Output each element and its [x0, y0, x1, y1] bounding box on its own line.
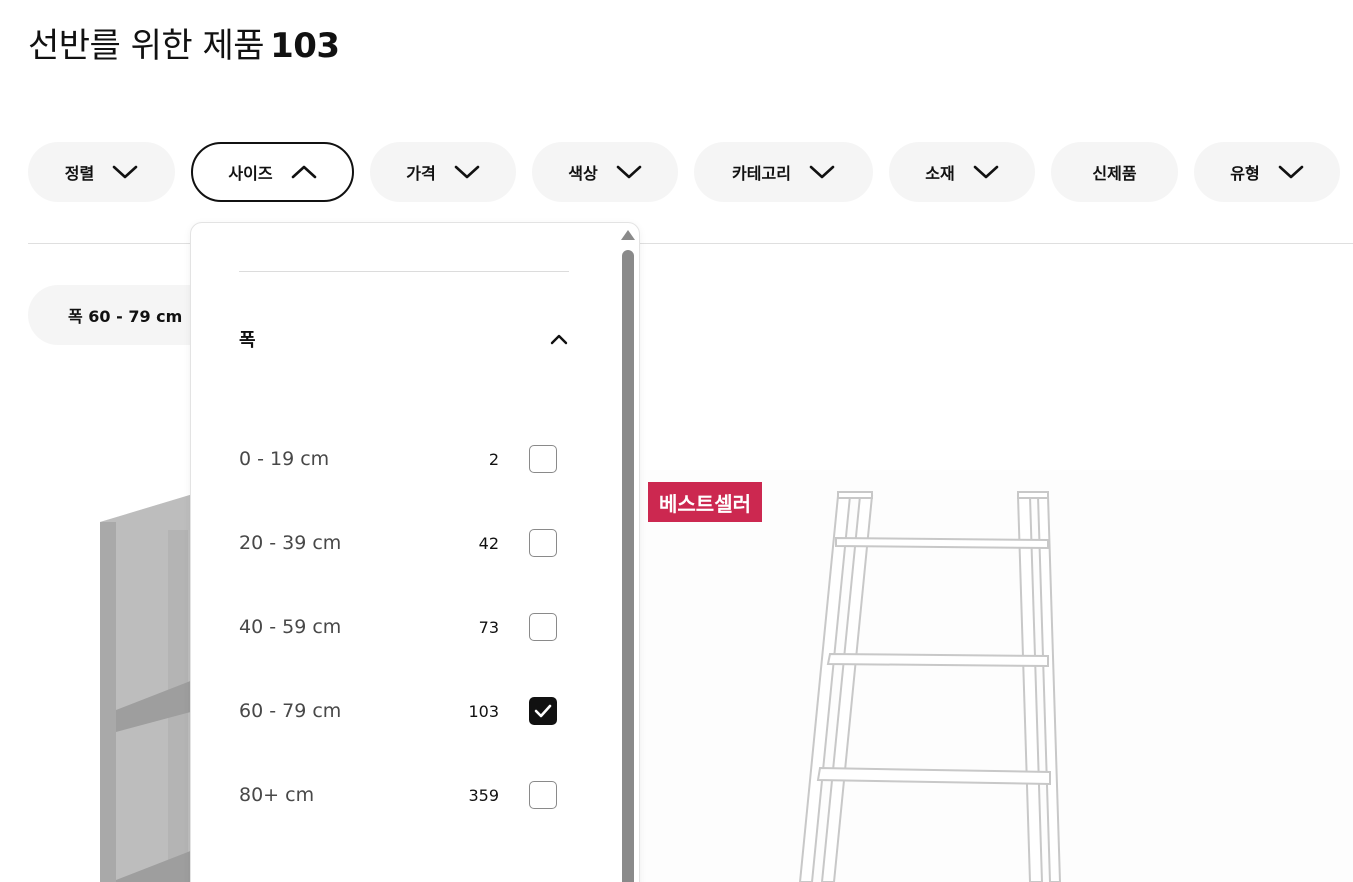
width-option-count: 359 [468, 785, 499, 805]
filter-material-button[interactable]: 소재 [889, 142, 1035, 202]
width-option-count: 73 [478, 617, 499, 637]
product-image-ladder-shelf[interactable] [640, 470, 1353, 882]
width-section-header[interactable]: 폭 [239, 323, 569, 355]
width-option-checkbox[interactable] [529, 697, 557, 725]
filter-new-button[interactable]: 신제품 [1051, 142, 1178, 202]
width-option-checkbox[interactable] [529, 445, 557, 473]
filter-sort-button[interactable]: 정렬 [28, 142, 175, 202]
filter-price-label: 가격 [406, 164, 436, 183]
filter-category-button[interactable]: 카테고리 [694, 142, 873, 202]
scroll-up-arrow-icon[interactable] [621, 230, 635, 240]
filter-material-label: 소재 [925, 164, 955, 183]
width-option-60-79[interactable]: 60 - 79 cm 103 [239, 695, 559, 727]
dropdown-scrollbar[interactable] [621, 226, 635, 882]
width-option-count: 42 [478, 533, 499, 553]
chevron-down-icon [616, 165, 642, 179]
width-option-label: 60 - 79 cm [239, 700, 342, 722]
filter-price-button[interactable]: 가격 [370, 142, 516, 202]
chevron-down-icon [809, 165, 835, 179]
page-title-text: 선반를 위한 제품 [28, 26, 265, 66]
width-option-checkbox[interactable] [529, 613, 557, 641]
width-option-checkbox[interactable] [529, 781, 557, 809]
result-count: 103 [270, 26, 340, 66]
filter-category-label: 카테고리 [732, 164, 791, 183]
chevron-down-icon [1278, 165, 1304, 179]
checkmark-icon [534, 704, 552, 718]
filter-type-button[interactable]: 유형 [1194, 142, 1340, 202]
width-option-label: 80+ cm [239, 784, 315, 806]
width-option-count: 103 [468, 701, 499, 721]
scrollbar-thumb[interactable] [622, 250, 634, 882]
chevron-up-icon [291, 165, 316, 179]
width-option-label: 20 - 39 cm [239, 532, 342, 554]
chevron-down-icon [112, 165, 138, 179]
filter-type-label: 유형 [1230, 164, 1260, 183]
bestseller-badge: 베스트셀러 [648, 482, 762, 522]
width-option-40-59[interactable]: 40 - 59 cm 73 [239, 611, 559, 643]
active-filter-chip-label: 폭 60 - 79 cm [68, 307, 183, 326]
chevron-down-icon [973, 165, 999, 179]
width-option-80-plus[interactable]: 80+ cm 359 [239, 779, 559, 811]
filter-new-label: 신제품 [1092, 164, 1137, 183]
filter-sort-label: 정렬 [64, 164, 95, 183]
size-dropdown-panel: 폭 0 - 19 cm 2 20 - 39 cm 42 40 - 59 cm 7… [190, 222, 640, 882]
filter-size-button[interactable]: 사이즈 [191, 142, 354, 202]
width-option-label: 0 - 19 cm [239, 448, 330, 470]
dropdown-divider [239, 271, 569, 272]
width-option-20-39[interactable]: 20 - 39 cm 42 [239, 527, 559, 559]
chevron-up-icon [550, 334, 568, 345]
width-option-checkbox[interactable] [529, 529, 557, 557]
filter-size-label: 사이즈 [228, 164, 273, 183]
filter-color-label: 색상 [568, 164, 598, 183]
width-option-count: 2 [488, 449, 499, 469]
filter-color-button[interactable]: 색상 [532, 142, 678, 202]
width-option-label: 40 - 59 cm [239, 616, 342, 638]
page-title: 선반를 위한 제품 103 [28, 18, 340, 67]
width-section-title: 폭 [239, 330, 256, 351]
filter-bar: 정렬 사이즈 가격 색상 카테고리 소재 신제품 유형 [28, 142, 1340, 202]
chevron-down-icon [454, 165, 480, 179]
width-option-0-19[interactable]: 0 - 19 cm 2 [239, 443, 559, 475]
